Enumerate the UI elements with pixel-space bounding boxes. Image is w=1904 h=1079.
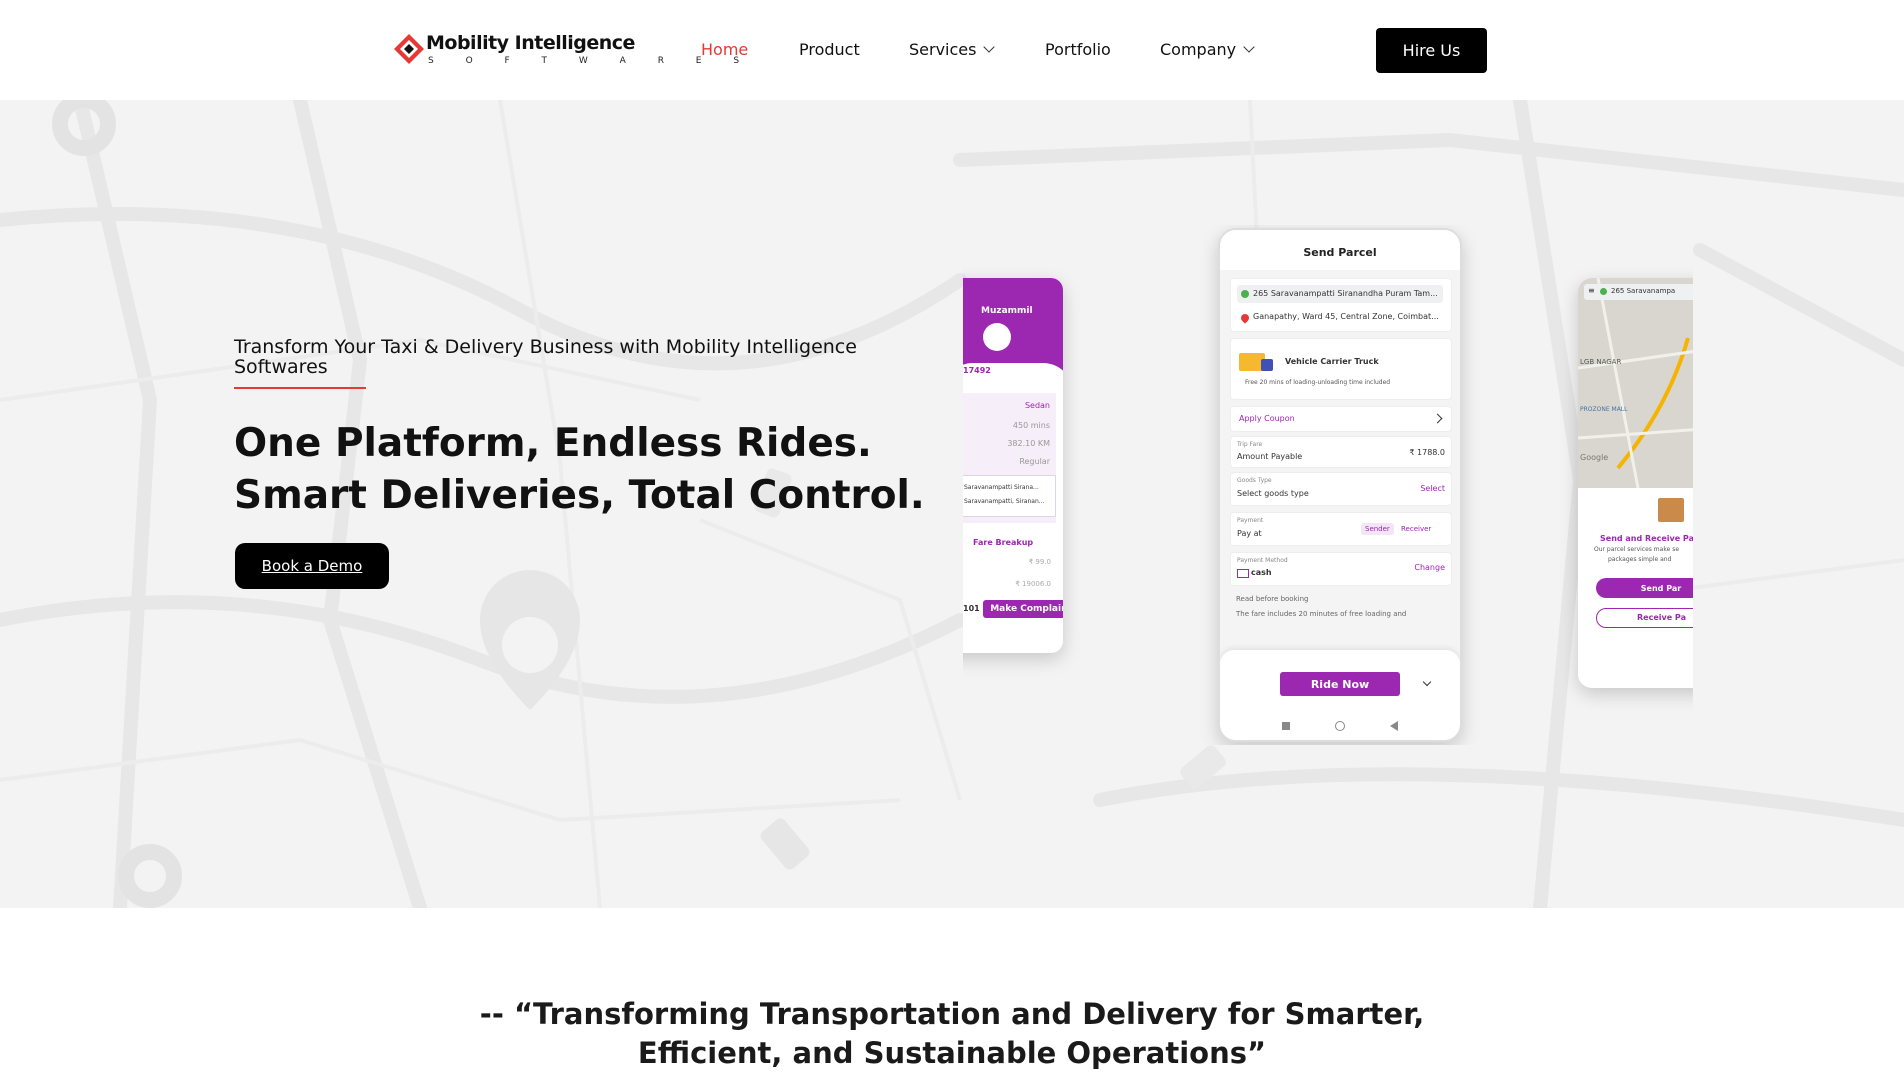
cash-icon [1237, 569, 1249, 578]
avatar [983, 323, 1011, 351]
ride-info-card: Sedan 450 mins 382.10 KM Regular Saravan… [963, 393, 1056, 523]
home-icon[interactable] [1335, 721, 1345, 731]
hero-headline: One Platform, Endless Rides. Smart Deliv… [234, 421, 925, 518]
logo-title: Mobility Intelligence [426, 32, 635, 54]
receiver-chip[interactable]: Receiver [1401, 525, 1431, 533]
apply-coupon-row[interactable]: Apply Coupon [1230, 406, 1452, 432]
hero-section: Transform Your Taxi & Delivery Business … [0, 100, 1904, 908]
payment-card: Payment Pay at Sender Receiver [1230, 512, 1452, 546]
phone-send-parcel: Send Parcel 265 Saravanampatti Siranandh… [1218, 228, 1462, 742]
hero-tagline: Transform Your Taxi & Delivery Business … [234, 336, 857, 378]
nav-company-label: Company [1160, 40, 1237, 59]
screen-title: Send Parcel [1303, 246, 1377, 259]
phone-ride-details: Muzammil 17492 Sedan 450 mins 382.10 KM … [963, 278, 1063, 653]
booking-id: 17492 [963, 366, 991, 375]
driver-name: Muzammil [981, 306, 1033, 316]
sender-chip[interactable]: Sender [1361, 523, 1394, 535]
drop-pin-icon [1239, 312, 1251, 324]
receive-parcel-button[interactable]: Receive Pa [1596, 608, 1693, 628]
fare-card: Trip Fare Amount Payable ₹ 1788.0 [1230, 436, 1452, 468]
goods-select-link[interactable]: Select [1420, 484, 1445, 493]
ride-now-button[interactable]: Ride Now [1280, 672, 1400, 696]
vehicle-card[interactable]: Vehicle Carrier Truck Free 20 mins of lo… [1230, 338, 1452, 400]
route-card[interactable]: 265 Saravanampatti Siranandha Puram Tam.… [1230, 278, 1452, 332]
chevron-down-icon [1243, 41, 1255, 53]
change-link[interactable]: Change [1414, 563, 1445, 572]
parcel-sheet: Send and Receive Pac Our parcel services… [1578, 488, 1693, 688]
nav-services[interactable]: Services [909, 40, 996, 59]
goods-type-card[interactable]: Goods Type Select goods type Select [1230, 472, 1452, 506]
nav-product[interactable]: Product [799, 40, 860, 59]
app-screenshots: Muzammil 17492 Sedan 450 mins 382.10 KM … [963, 225, 1693, 745]
map-view: LGB NAGAR PROZONE MALL Google [1578, 278, 1693, 489]
nav-home[interactable]: Home [701, 40, 748, 59]
send-parcel-button[interactable]: Send Par [1596, 578, 1693, 598]
phone-parcel-home: LGB NAGAR PROZONE MALL Google ≡ 265 Sara… [1578, 278, 1693, 688]
back-icon[interactable] [1390, 721, 1398, 731]
menu-icon[interactable]: ≡ [1588, 286, 1595, 295]
logo[interactable]: Mobility Intelligence S O F T W A R E S [392, 30, 739, 70]
payment-method-card: Payment Method cash Change [1230, 552, 1452, 586]
book-demo-button[interactable]: Book a Demo [235, 543, 389, 589]
recent-apps-icon[interactable] [1282, 722, 1290, 730]
tagline-underline [234, 387, 366, 389]
fare-breakup-link[interactable]: Fare Breakup [973, 538, 1033, 547]
parcel-box-icon [1658, 498, 1684, 522]
coupon-label: Apply Coupon [1239, 414, 1295, 423]
make-complaint-button[interactable]: Make Complaint [983, 600, 1063, 618]
nav-services-label: Services [909, 40, 977, 59]
chevron-down-icon [983, 41, 996, 53]
mission-quote: -- “Transforming Transportation and Deli… [479, 997, 1425, 1070]
nav-company[interactable]: Company [1160, 40, 1255, 59]
nav-portfolio[interactable]: Portfolio [1045, 40, 1111, 59]
hire-us-button[interactable]: Hire Us [1376, 28, 1487, 73]
logo-icon [394, 34, 424, 64]
site-header: Mobility Intelligence S O F T W A R E S … [0, 0, 1904, 100]
search-bar[interactable]: ≡ 265 Saravanampa [1584, 284, 1693, 300]
pickup-dot-icon [1241, 290, 1249, 298]
chevron-right-icon [1432, 413, 1443, 424]
